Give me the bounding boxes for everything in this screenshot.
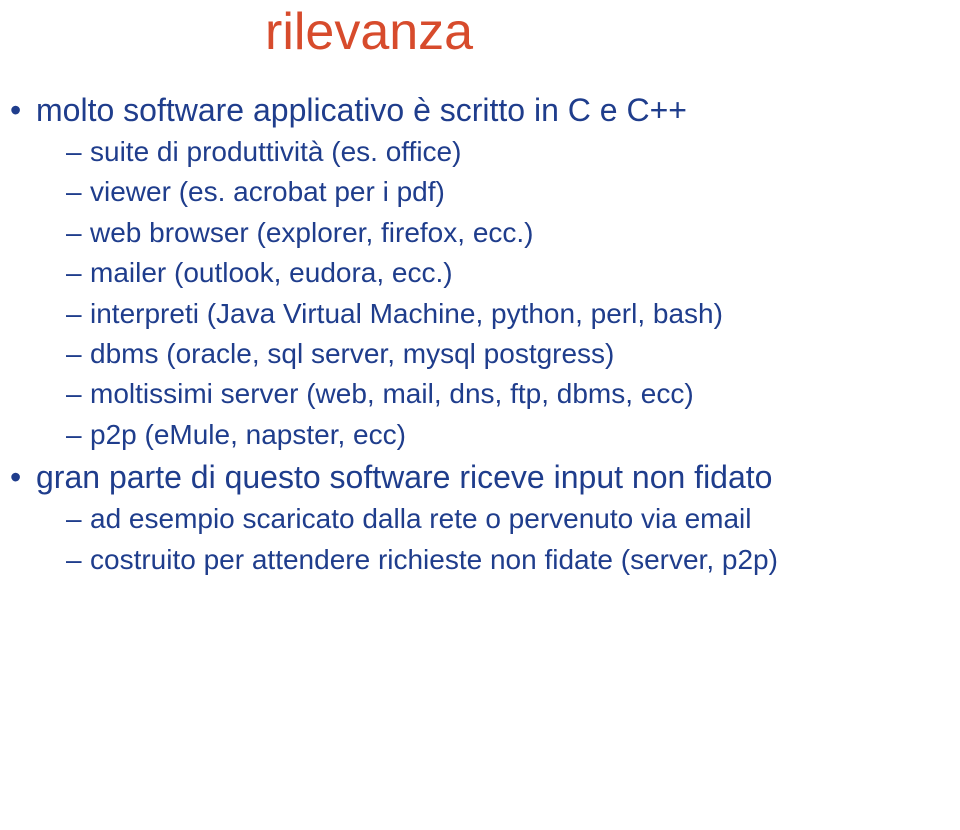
- bullet-item: – interpreti (Java Virtual Machine, pyth…: [66, 296, 960, 332]
- bullet-item: – moltissimi server (web, mail, dns, ftp…: [66, 376, 960, 412]
- bullet-text: suite di produttività (es. office): [90, 134, 960, 170]
- bullet-text: dbms (oracle, sql server, mysql postgres…: [90, 336, 960, 372]
- bullet-item: • gran parte di questo software riceve i…: [10, 457, 960, 497]
- bullet-text: interpreti (Java Virtual Machine, python…: [90, 296, 960, 332]
- bullet-item: – web browser (explorer, firefox, ecc.): [66, 215, 960, 251]
- bullet-item: – viewer (es. acrobat per i pdf): [66, 174, 960, 210]
- bullet-marker: •: [10, 90, 36, 130]
- bullet-item: • molto software applicativo è scritto i…: [10, 90, 960, 130]
- bullet-marker: –: [66, 296, 90, 332]
- slide-container: rilevanza • molto software applicativo è…: [0, 0, 960, 699]
- bullet-text: gran parte di questo software riceve inp…: [36, 457, 960, 497]
- bullet-marker: –: [66, 501, 90, 537]
- bullet-text: ad esempio scaricato dalla rete o perven…: [90, 501, 960, 537]
- bullet-marker: –: [66, 134, 90, 170]
- bullet-marker: –: [66, 255, 90, 291]
- bullet-marker: –: [66, 174, 90, 210]
- bullet-text: p2p (eMule, napster, ecc): [90, 417, 960, 453]
- bullet-item: – p2p (eMule, napster, ecc): [66, 417, 960, 453]
- bullet-item: – mailer (outlook, eudora, ecc.): [66, 255, 960, 291]
- bullet-item: – suite di produttività (es. office): [66, 134, 960, 170]
- bullet-text: mailer (outlook, eudora, ecc.): [90, 255, 960, 291]
- bullet-text: web browser (explorer, firefox, ecc.): [90, 215, 960, 251]
- slide-title: rilevanza: [0, 0, 960, 62]
- bullet-text: viewer (es. acrobat per i pdf): [90, 174, 960, 210]
- bullet-item: – ad esempio scaricato dalla rete o perv…: [66, 501, 960, 537]
- bullet-marker: –: [66, 376, 90, 412]
- bullet-text: costruito per attendere richieste non fi…: [90, 542, 960, 578]
- bullet-item: – costruito per attendere richieste non …: [66, 542, 960, 578]
- slide-content: • molto software applicativo è scritto i…: [0, 62, 960, 578]
- bullet-item: – dbms (oracle, sql server, mysql postgr…: [66, 336, 960, 372]
- bullet-marker: –: [66, 336, 90, 372]
- bullet-marker: –: [66, 542, 90, 578]
- bullet-marker: –: [66, 215, 90, 251]
- bullet-marker: •: [10, 457, 36, 497]
- bullet-marker: –: [66, 417, 90, 453]
- bullet-text: molto software applicativo è scritto in …: [36, 90, 960, 130]
- bullet-text: moltissimi server (web, mail, dns, ftp, …: [90, 376, 960, 412]
